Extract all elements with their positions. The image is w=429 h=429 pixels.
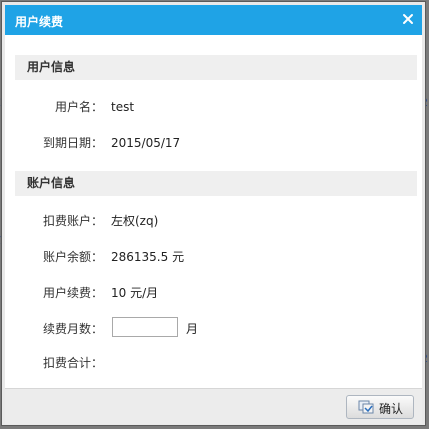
months-input[interactable] [112, 317, 178, 337]
total-label: 扣费合计： [42, 356, 103, 370]
section-header-account-info: 账户信息 [15, 171, 417, 196]
username-label: 用户名： [54, 100, 103, 114]
confirm-button-label: 确认 [379, 402, 404, 416]
months-label: 续费月数： [42, 322, 103, 336]
dialog-titlebar: 用户续费 [5, 5, 422, 35]
fee-value: 10 元/月 [111, 286, 159, 300]
close-icon[interactable] [398, 9, 418, 29]
renewal-dialog: 用户续费 用户信息 用户名： test 到期日期： 2015/05/17 账户信… [1, 1, 426, 426]
dialog-content: 用户信息 用户名： test 到期日期： 2015/05/17 账户信息 扣费账… [5, 35, 422, 388]
deduct-account-value: 左权(zq) [111, 214, 159, 228]
deduct-account-label: 扣费账户： [42, 214, 103, 228]
fee-label: 用户续费： [42, 286, 103, 300]
confirm-icon [358, 400, 374, 414]
section-header-user-info: 用户信息 [15, 55, 417, 80]
months-unit: 月 [186, 322, 199, 336]
balance-value: 286135.5 元 [111, 250, 185, 264]
expiry-label: 到期日期： [42, 136, 103, 150]
balance-label: 账户余额： [42, 250, 103, 264]
confirm-button[interactable]: 确认 [346, 395, 414, 419]
dialog-footer: 确认 [5, 388, 422, 424]
username-value: test [111, 100, 135, 114]
expiry-value: 2015/05/17 [111, 136, 181, 150]
dialog-title: 用户续费 [15, 15, 64, 29]
